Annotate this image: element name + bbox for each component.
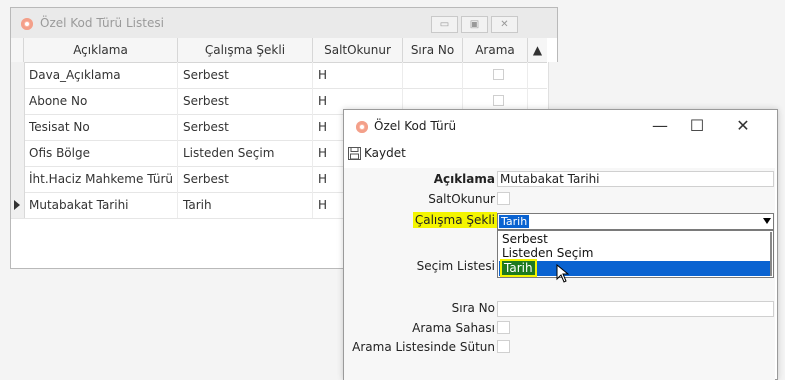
column-header-aciklama[interactable]: Açıklama <box>24 38 178 62</box>
cell-aciklama[interactable]: Tesisat No <box>24 114 178 140</box>
aciklama-input[interactable]: Mutabakat Tarihi <box>497 171 774 187</box>
row-indicator[interactable] <box>11 140 25 166</box>
close-button[interactable]: ✕ <box>733 116 753 135</box>
dropdown-option-tarih[interactable]: Tarih <box>499 259 772 277</box>
row-indicator[interactable] <box>11 166 25 192</box>
cell-calisma-sekli[interactable]: Serbest <box>178 114 313 140</box>
column-header-arama[interactable]: Arama <box>463 38 528 62</box>
aciklama-label: Açıklama <box>433 172 495 186</box>
mouse-cursor-icon <box>556 264 570 283</box>
close-button[interactable]: ✕ <box>491 16 518 33</box>
scroll-up-arrow-icon[interactable]: ▲ <box>528 38 547 62</box>
dropdown-option-listeden-secim[interactable]: Listeden Seçim <box>499 246 769 261</box>
arama-checkbox[interactable] <box>493 69 504 80</box>
dropdown-scrollbar[interactable] <box>770 232 772 276</box>
column-header-sira-no[interactable]: Sıra No <box>403 38 463 62</box>
cell-arama <box>463 62 528 88</box>
secim-listesi-label: Seçim Listesi <box>416 259 495 273</box>
calisma-sekli-label: Çalışma Şekli <box>412 212 497 228</box>
saltokunur-checkbox[interactable] <box>497 192 510 205</box>
cell-calisma-sekli[interactable]: Tarih <box>178 192 313 218</box>
arama-checkbox[interactable] <box>493 95 504 106</box>
floppy-disk-icon <box>348 146 361 160</box>
edit-window-title: Özel Kod Türü <box>374 119 457 133</box>
list-window-title: Özel Kod Türü Listesi <box>40 16 164 30</box>
row-indicator-header <box>11 38 24 62</box>
dropdown-option-serbest[interactable]: Serbest <box>499 232 769 247</box>
row-indicator[interactable] <box>11 114 25 140</box>
edit-window-titlebar[interactable]: Özel Kod Türü — ☐ ✕ <box>344 110 777 144</box>
maximize-icon: ▣ <box>469 19 480 30</box>
cell-aciklama[interactable]: Ofis Bölge <box>24 140 178 166</box>
edit-window: Özel Kod Türü — ☐ ✕ Kaydet Açıklama Muta… <box>343 109 778 380</box>
list-window-titlebar[interactable]: Özel Kod Türü Listesi ▭ ▣ ✕ <box>11 8 557 38</box>
close-icon: ✕ <box>500 19 509 30</box>
arama-sahasi-label: Arama Sahası <box>412 321 495 335</box>
current-row-arrow-icon <box>14 200 20 210</box>
cell-aciklama[interactable]: Abone No <box>24 88 178 114</box>
sira-no-label: Sıra No <box>451 301 495 315</box>
cell-aciklama[interactable]: Dava_Açıklama <box>24 62 178 88</box>
cell-calisma-sekli[interactable]: Listeden Seçim <box>178 140 313 166</box>
maximize-button[interactable]: ▣ <box>461 16 488 33</box>
arama-listesinde-sutun-checkbox[interactable] <box>497 340 510 353</box>
calisma-sekli-value: Tarih <box>499 215 530 228</box>
sira-no-input[interactable] <box>497 301 774 317</box>
cell-aciklama[interactable]: Mutabakat Tarihi <box>24 192 178 218</box>
toolbar: Kaydet <box>344 144 777 166</box>
column-header-saltokunur[interactable]: SaltOkunur <box>313 38 403 62</box>
grid-header: Açıklama Çalışma Şekli SaltOkunur Sıra N… <box>11 38 547 63</box>
calisma-sekli-dropdown: Serbest Listeden Seçim Tarih <box>497 230 774 278</box>
arama-listesinde-sutun-label: Arama Listesinde Sütun <box>352 340 495 354</box>
arama-sahasi-checkbox[interactable] <box>497 321 510 334</box>
chevron-down-icon[interactable] <box>763 218 771 224</box>
cell-calisma-sekli[interactable]: Serbest <box>178 166 313 192</box>
cell-calisma-sekli[interactable]: Serbest <box>178 62 313 88</box>
saltokunur-label: SaltOkunur <box>428 192 495 206</box>
cell-calisma-sekli[interactable]: Serbest <box>178 88 313 114</box>
row-indicator[interactable] <box>11 88 25 114</box>
table-row[interactable]: Dava_Açıklama Serbest H <box>11 62 547 89</box>
minimize-button[interactable]: ▭ <box>431 16 458 33</box>
calisma-sekli-select[interactable]: Tarih <box>497 213 774 230</box>
column-header-calisma-sekli[interactable]: Çalışma Şekli <box>178 38 313 62</box>
cell-saltokunur[interactable]: H <box>313 62 403 88</box>
row-indicator[interactable] <box>11 192 25 218</box>
maximize-button[interactable]: ☐ <box>687 116 707 135</box>
row-indicator[interactable] <box>11 62 25 88</box>
app-icon <box>356 121 368 133</box>
dropdown-option-tarih-label: Tarih <box>500 259 537 277</box>
save-button[interactable]: Kaydet <box>348 146 406 160</box>
minimize-button[interactable]: — <box>650 116 670 135</box>
cell-sira-no[interactable] <box>403 62 463 88</box>
edit-form: Açıklama Mutabakat Tarihi SaltOkunur Çal… <box>344 168 775 380</box>
minimize-icon: ▭ <box>439 19 450 30</box>
app-icon <box>21 18 33 30</box>
save-label: Kaydet <box>364 146 406 160</box>
cell-aciklama[interactable]: İht.Haciz Mahkeme Türü <box>24 166 178 192</box>
